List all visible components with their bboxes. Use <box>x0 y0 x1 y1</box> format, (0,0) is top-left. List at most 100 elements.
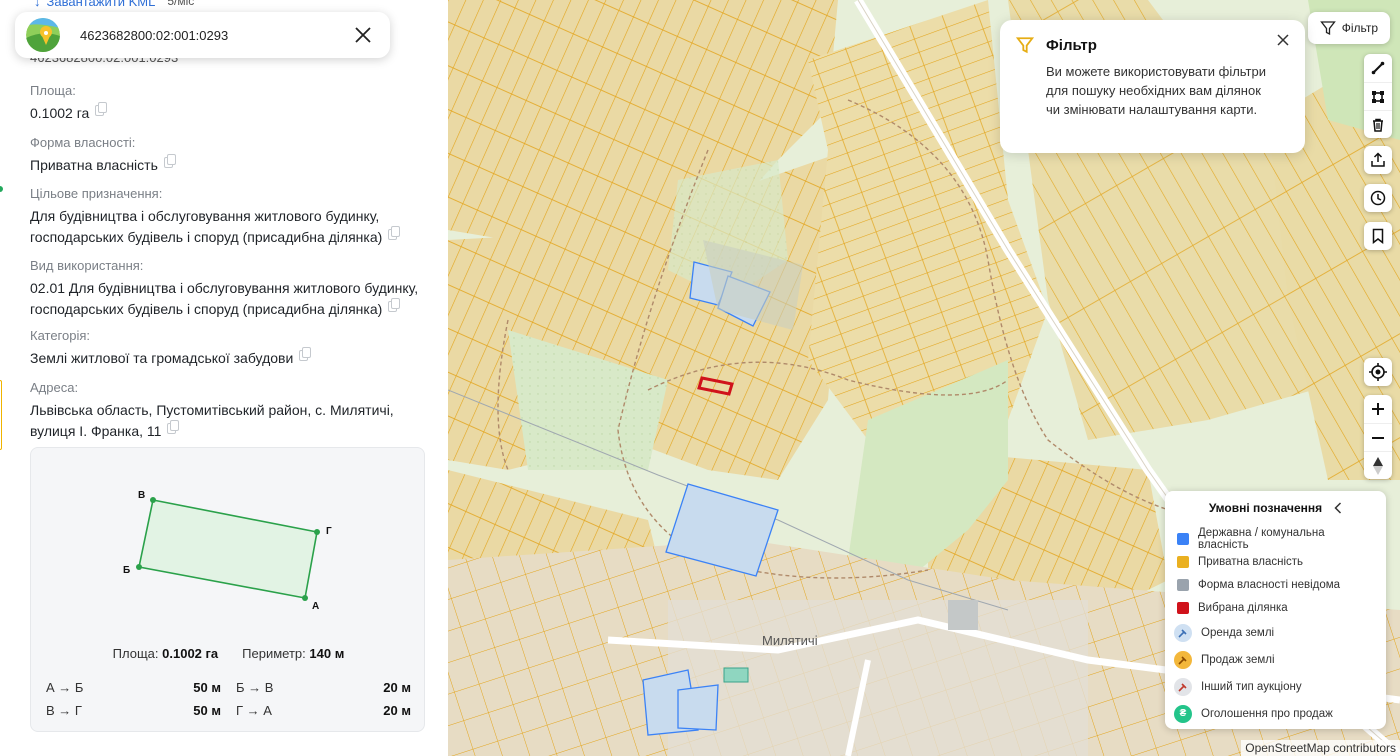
ruler-icon <box>1371 61 1385 75</box>
copy-icon[interactable] <box>299 347 312 361</box>
legend-swatch <box>1177 601 1189 614</box>
area-field: Площа: 0.1002 га <box>30 82 430 124</box>
legend-item-sale-ad: ₴ Оголошення про продаж <box>1174 700 1374 727</box>
ownership-label: Форма власності: <box>30 135 136 150</box>
bookmark-button[interactable] <box>1364 222 1392 250</box>
filter-button-label: Фільтр <box>1341 21 1378 35</box>
trash-icon <box>1373 118 1383 132</box>
locate-icon <box>1369 363 1387 381</box>
share-tools <box>1364 146 1392 174</box>
zoom-in-button[interactable] <box>1364 395 1392 423</box>
filter-icon <box>1319 21 1336 36</box>
legend-item-rent: Оренда землі <box>1174 619 1374 646</box>
locate-button[interactable] <box>1364 358 1392 386</box>
highlight-bar <box>0 380 2 450</box>
history-tools <box>1364 184 1392 212</box>
vertex-label-g: Г <box>326 526 332 537</box>
quota-label: 5/міс <box>167 0 195 8</box>
copy-icon[interactable] <box>163 154 176 168</box>
vertex-label-b: Б <box>123 565 130 576</box>
address-label: Адреса: <box>30 380 79 395</box>
download-kml-link[interactable]: ↓ Завантажити KML <box>34 0 155 9</box>
hryvnia-icon: ₴ <box>1174 704 1192 723</box>
legend-item-sale: Продаж землі <box>1174 646 1374 673</box>
share-icon <box>1371 152 1385 167</box>
app-logo-icon <box>26 18 60 52</box>
ownership-field: Форма власності: Приватна власність <box>30 134 430 176</box>
delete-drawing-button[interactable] <box>1364 110 1392 138</box>
auction-hammer-icon <box>1174 623 1192 642</box>
parcel-info-panel: ↓ Завантажити KML 5/міс 4623682800:02:00… <box>0 0 448 756</box>
polygon-icon <box>1372 90 1384 103</box>
zoom-out-button[interactable] <box>1364 423 1392 451</box>
purpose-field: Цільове призначення: Для будівництва і о… <box>30 185 430 248</box>
area-label: Площа: <box>30 83 76 98</box>
legend-title: Умовні позначення <box>1208 501 1323 515</box>
parcel-shape-card: В Г А Б Площа: 0.1002 га Периметр: 140 м … <box>30 447 425 732</box>
copy-icon[interactable] <box>167 420 180 434</box>
vertex-label-a: А <box>312 601 319 612</box>
kml-row: ↓ Завантажити KML 5/міс <box>34 0 194 9</box>
shape-stats: Площа: 0.1002 га Периметр: 140 м <box>112 646 345 661</box>
parcel-shape-diagram: В Г А Б <box>123 490 332 612</box>
filter-icon <box>1016 37 1034 54</box>
search-bar[interactable]: 4623682800:02:001:0293 <box>15 12 390 58</box>
side-row: А → Б 50 м Б → В 20 м <box>46 680 411 695</box>
address-field: Адреса: Львівська область, Пустомитівськ… <box>30 379 430 442</box>
tooltip-title: Фільтр <box>1046 36 1097 54</box>
legend-item-unknown: Форма власності невідома <box>1177 573 1374 596</box>
draw-tools <box>1364 54 1392 138</box>
download-kml-label: Завантажити KML <box>46 0 156 9</box>
close-tooltip-icon[interactable] <box>1275 32 1291 48</box>
copy-icon[interactable] <box>388 298 401 312</box>
polygon-tool-button[interactable] <box>1364 82 1392 110</box>
ruler-tool-button[interactable] <box>1364 54 1392 82</box>
ownership-value: Приватна власність <box>30 154 430 176</box>
filter-tooltip: Фільтр Ви можете використовувати фільтри… <box>1000 20 1305 153</box>
area-value: 0.1002 га <box>30 102 430 124</box>
reset-bearing-button[interactable] <box>1364 451 1392 479</box>
address-value: Львівська область, Пустомитівський район… <box>30 402 394 439</box>
side-row: В → Г 50 м Г → А 20 м <box>46 703 411 718</box>
category-field: Категорія: Землі житлової та громадської… <box>30 327 430 369</box>
legend-swatch <box>1177 532 1189 545</box>
auction-hammer-icon <box>1174 650 1192 669</box>
auction-hammer-icon <box>1174 677 1192 696</box>
usage-field: Вид використання: 02.01 Для будівництва … <box>30 257 430 320</box>
legend-header[interactable]: Умовні позначення <box>1177 501 1374 515</box>
compass-icon <box>1373 456 1383 475</box>
bookmark-icon <box>1372 228 1384 244</box>
legend-item-state: Державна / комунальна власність <box>1177 527 1374 551</box>
legend-swatch <box>1177 555 1189 568</box>
map-legend: Умовні позначення Державна / комунальна … <box>1165 491 1386 729</box>
tooltip-body: Ви можете використовувати фільтри для по… <box>1046 64 1266 117</box>
search-input[interactable]: 4623682800:02:001:0293 <box>80 28 352 43</box>
purpose-value: Для будівництва і обслуговування житлово… <box>30 206 430 248</box>
side-lengths: А → Б 50 м Б → В 20 м В → Г 50 м Г → А 20 м <box>46 676 411 722</box>
vertex-label-v: В <box>138 490 145 501</box>
legend-swatch <box>1177 578 1189 591</box>
close-icon <box>355 27 371 43</box>
copy-icon[interactable] <box>388 226 401 240</box>
usage-value: 02.01 Для будівництва і обслуговування ж… <box>30 280 419 317</box>
bookmark-tools <box>1364 222 1392 250</box>
filter-button[interactable]: Фільтр <box>1307 12 1390 44</box>
close-search-button[interactable] <box>352 24 374 46</box>
status-dot <box>0 186 3 192</box>
copy-icon[interactable] <box>95 102 108 116</box>
chevron-left-icon[interactable] <box>1334 502 1342 514</box>
purpose-label: Цільове призначення: <box>30 186 163 201</box>
village-label: Милятичі <box>762 633 818 648</box>
share-button[interactable] <box>1364 146 1392 174</box>
history-button[interactable] <box>1364 184 1392 212</box>
shape-area-value: 0.1002 га <box>162 646 219 661</box>
shape-perimeter-value: 140 м <box>309 646 345 661</box>
legend-item-selected: Вибрана ділянка <box>1177 596 1374 619</box>
usage-label: Вид використання: <box>30 258 144 273</box>
cadastral-map[interactable]: Милятичі OpenStreetMap contributors Філь… <box>448 0 1400 756</box>
map-attribution[interactable]: OpenStreetMap contributors <box>1241 740 1400 756</box>
legend-item-private: Приватна власність <box>1177 550 1374 573</box>
download-icon: ↓ <box>34 0 41 9</box>
zoom-tools <box>1364 395 1392 479</box>
legend-item-other-auction: Інший тип аукціону <box>1174 673 1374 700</box>
